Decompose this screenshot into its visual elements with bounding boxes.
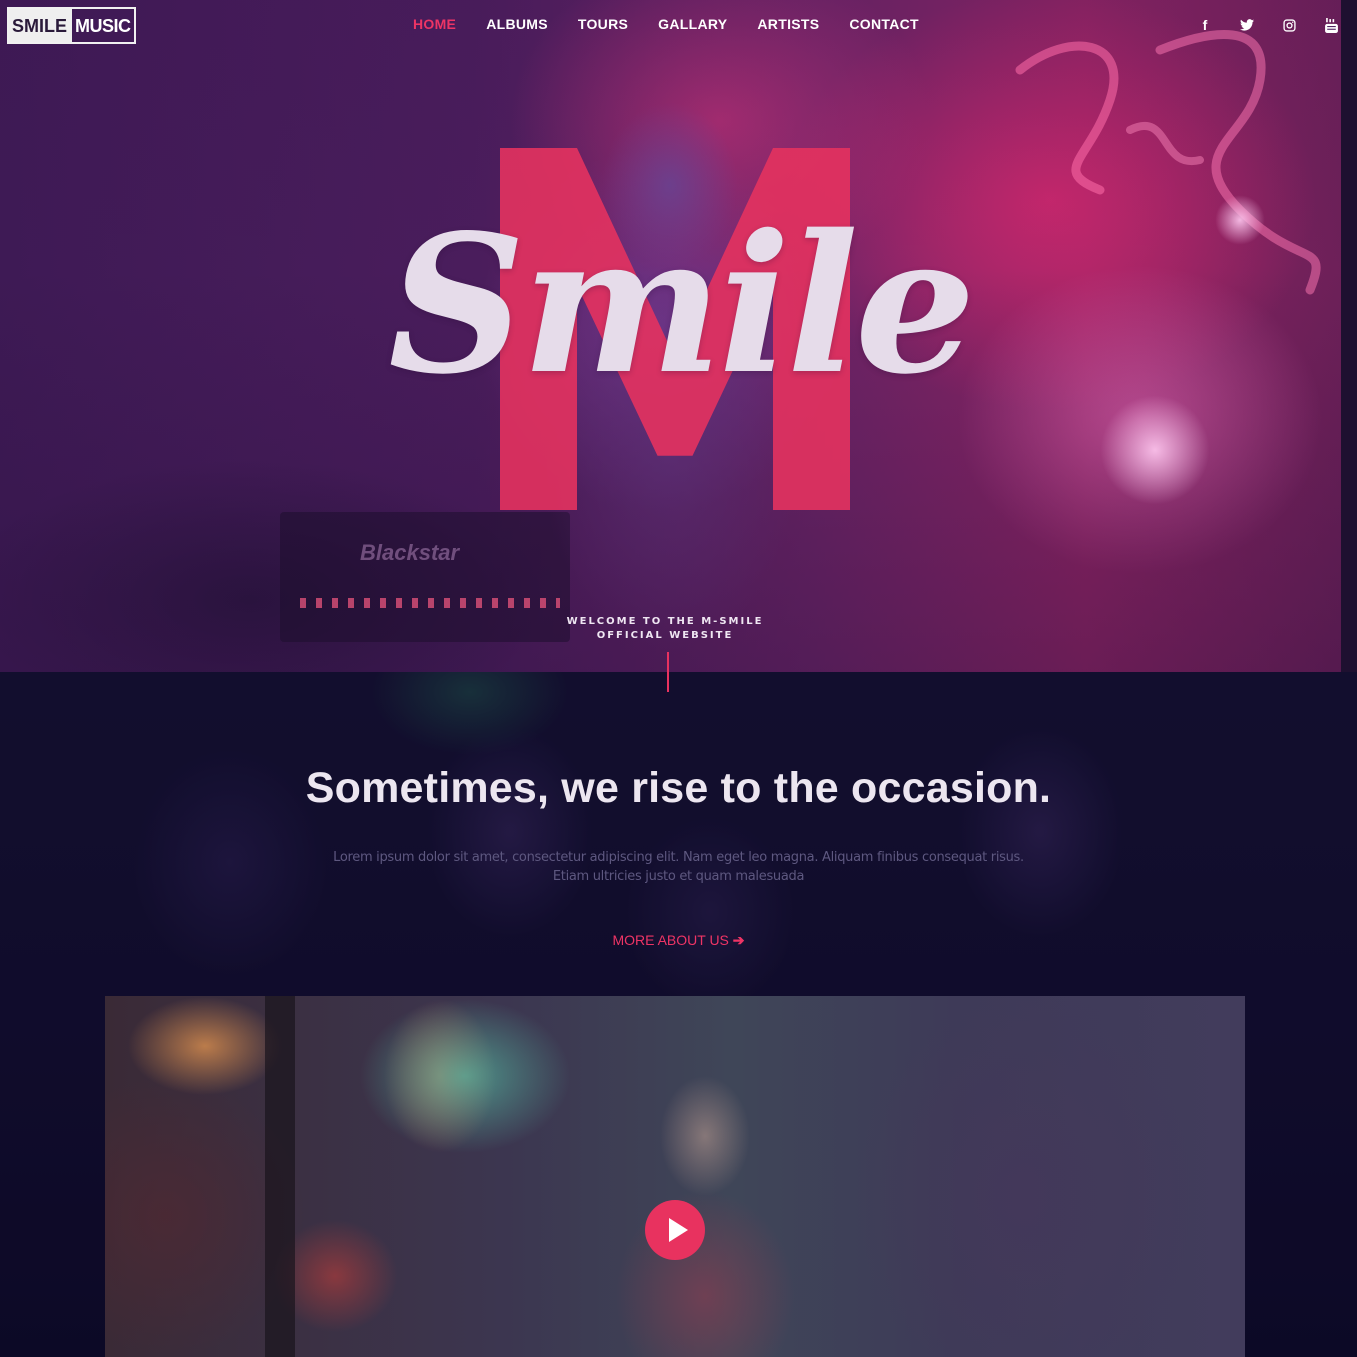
scrollbar-track	[1341, 0, 1357, 672]
top-navbar: SMILE MUSIC HOME ALBUMS TOURS GALLARY AR…	[0, 0, 1357, 50]
logo-word-smile: SMILE	[9, 9, 73, 42]
stage-pillar	[265, 996, 295, 1357]
about-body-text: Lorem ipsum dolor sit amet, consectetur …	[333, 850, 1024, 884]
facebook-icon[interactable]: f	[1184, 16, 1226, 34]
video-player[interactable]	[105, 996, 1245, 1357]
main-nav: HOME ALBUMS TOURS GALLARY ARTISTS CONTAC…	[398, 16, 934, 32]
site-logo[interactable]: SMILE MUSIC	[7, 7, 136, 44]
amp-brand-label: Blackstar	[360, 540, 460, 565]
arrow-right-icon: ➔	[732, 932, 745, 948]
nav-tours[interactable]: TOURS	[563, 16, 643, 32]
nav-home[interactable]: HOME	[398, 16, 471, 32]
play-button[interactable]	[645, 1200, 705, 1260]
video-performer	[575, 1036, 835, 1357]
nav-contact[interactable]: CONTACT	[834, 16, 934, 32]
nav-artists[interactable]: ARTISTS	[742, 16, 834, 32]
about-section: Sometimes, we rise to the occasion. Lore…	[0, 672, 1357, 1357]
welcome-line-1: WELCOME TO THE M-SMILE	[566, 616, 764, 627]
nav-gallary[interactable]: GALLARY	[643, 16, 742, 32]
about-headline: Sometimes, we rise to the occasion.	[305, 764, 1052, 812]
hero-script-title: Smile	[388, 193, 976, 416]
more-about-us-link[interactable]: MORE ABOUT US ➔	[0, 932, 1357, 949]
stage-light	[1100, 395, 1210, 505]
play-icon	[669, 1218, 688, 1242]
logo-word-music: MUSIC	[75, 16, 131, 36]
youtube-icon[interactable]	[1310, 16, 1352, 34]
stage-light	[1215, 195, 1265, 245]
hero-section: Blackstar Smile WELCOME TO THE M-SMILE O…	[0, 0, 1357, 672]
welcome-text: WELCOME TO THE M-SMILE OFFICIAL WEBSITE	[520, 615, 810, 643]
welcome-line-2: OFFICIAL WEBSITE	[596, 630, 734, 641]
nav-albums[interactable]: ALBUMS	[471, 16, 563, 32]
neon-sign-decoration	[1015, 30, 1321, 295]
social-links: f	[1184, 16, 1352, 34]
scroll-indicator-line	[667, 652, 669, 692]
instagram-icon[interactable]	[1268, 16, 1310, 34]
more-about-us-label: MORE ABOUT US	[612, 932, 729, 948]
twitter-icon[interactable]	[1226, 16, 1268, 34]
